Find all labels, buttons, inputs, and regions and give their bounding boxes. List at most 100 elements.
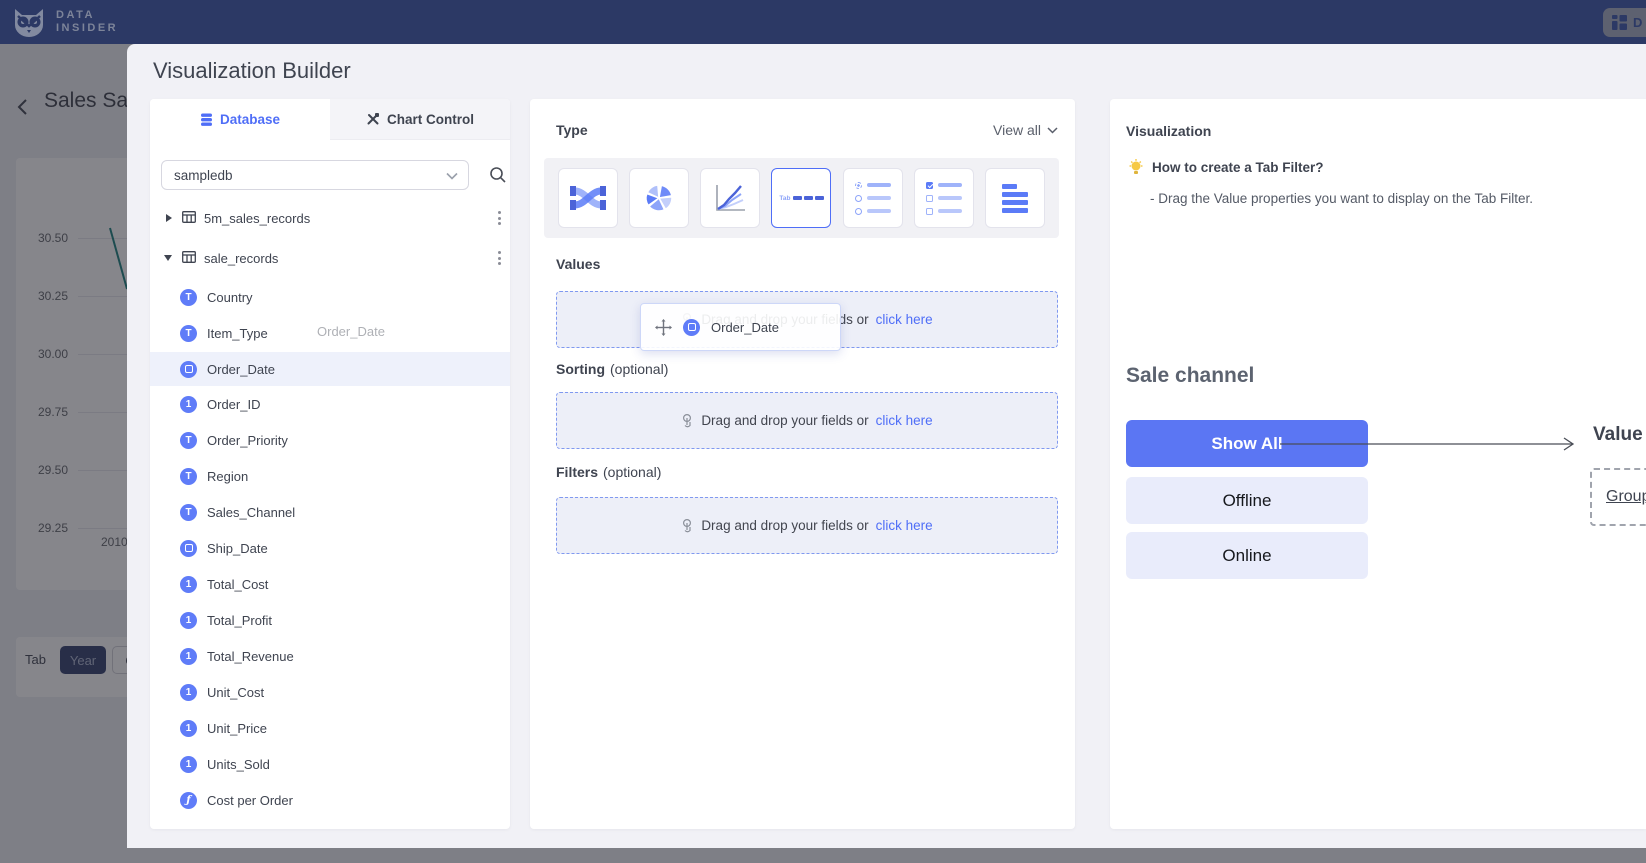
visualization-panel: Visualization How to create a Tab Filter… bbox=[1110, 99, 1646, 829]
type-tile-table[interactable] bbox=[985, 168, 1045, 228]
chevron-down-icon bbox=[446, 168, 458, 183]
radio-list-icon bbox=[855, 182, 891, 215]
field-name: Item_Type bbox=[207, 326, 268, 341]
number-type-icon: 1 bbox=[180, 576, 197, 593]
tab-chart-control-label: Chart Control bbox=[387, 112, 474, 127]
chip-field-name: Order_Date bbox=[711, 320, 779, 335]
table-node-collapsed[interactable]: 5m_sales_records bbox=[150, 204, 510, 232]
kebab-menu-icon[interactable] bbox=[494, 247, 505, 269]
field-name: Country bbox=[207, 290, 253, 305]
pie-chart-icon bbox=[643, 182, 675, 214]
field-row[interactable]: 1 Unit_Price bbox=[150, 711, 510, 745]
table-icon bbox=[182, 251, 196, 266]
database-select[interactable]: sampledb bbox=[161, 160, 469, 190]
panel-tabs: Database Chart Control bbox=[150, 99, 510, 140]
tab-chart-control[interactable]: Chart Control bbox=[330, 99, 510, 140]
type-tile-tab-filter[interactable]: Tab bbox=[771, 168, 831, 228]
field-row[interactable]: 1 Unit_Cost bbox=[150, 675, 510, 709]
online-button[interactable]: Online bbox=[1126, 532, 1368, 579]
field-name: Unit_Cost bbox=[207, 685, 264, 700]
field-row[interactable]: T Sales_Channel bbox=[150, 495, 510, 529]
caret-down-icon[interactable] bbox=[164, 255, 172, 261]
text-type-icon: T bbox=[180, 468, 197, 485]
field-name: Sales_Channel bbox=[207, 505, 295, 520]
lightbulb-icon bbox=[1128, 159, 1144, 176]
field-row[interactable]: 1 Order_ID bbox=[150, 387, 510, 421]
visualization-header: Visualization bbox=[1126, 123, 1211, 139]
field-name: Ship_Date bbox=[207, 541, 268, 556]
sorting-section-label: Sorting(optional) bbox=[556, 361, 668, 377]
date-type-icon bbox=[683, 319, 700, 336]
dashboard-button[interactable]: D bbox=[1603, 8, 1646, 37]
database-panel: Database Chart Control sampledb bbox=[150, 99, 510, 829]
view-all-label: View all bbox=[993, 122, 1041, 138]
sorting-dropzone[interactable]: Drag and drop your fields or click here bbox=[556, 392, 1058, 449]
field-name: Units_Sold bbox=[207, 757, 270, 772]
click-here-link[interactable]: click here bbox=[876, 413, 933, 428]
annotation-arrow bbox=[1280, 434, 1600, 454]
top-navigation-bar: DATA INSIDER D bbox=[0, 0, 1646, 44]
brand-logo: DATA INSIDER bbox=[10, 3, 118, 41]
field-row[interactable]: 1 Units_Sold bbox=[150, 747, 510, 781]
date-type-icon bbox=[180, 540, 197, 557]
table-node-expanded[interactable]: sale_records bbox=[150, 244, 510, 272]
field-row[interactable]: T Country bbox=[150, 280, 510, 314]
chevron-down-icon bbox=[1047, 127, 1058, 134]
owl-logo-icon bbox=[10, 3, 48, 41]
brand-line-2: INSIDER bbox=[56, 22, 118, 35]
field-row[interactable]: 1 Total_Profit bbox=[150, 603, 510, 637]
builder-panel: Type View all bbox=[530, 99, 1075, 829]
tab-database[interactable]: Database bbox=[150, 99, 330, 140]
click-here-link[interactable]: click here bbox=[876, 518, 933, 533]
table-name: sale_records bbox=[204, 251, 278, 266]
move-cursor-icon bbox=[655, 319, 672, 336]
checkbox-list-icon bbox=[926, 182, 962, 215]
type-tile-sankey[interactable] bbox=[558, 168, 618, 228]
field-row[interactable]: T Order_Priority bbox=[150, 423, 510, 457]
database-icon bbox=[200, 113, 213, 127]
brand-line-1: DATA bbox=[56, 9, 118, 22]
table-name: 5m_sales_records bbox=[204, 211, 310, 226]
value-annotation: Value bbox=[1593, 424, 1643, 446]
tip-row: How to create a Tab Filter? bbox=[1128, 159, 1324, 176]
number-type-icon: 1 bbox=[180, 612, 197, 629]
dashboard-button-label: D bbox=[1633, 15, 1642, 30]
group-annotation: Group bbox=[1606, 488, 1646, 506]
table-icon bbox=[182, 211, 196, 226]
type-tile-line[interactable] bbox=[700, 168, 760, 228]
type-tile-pie[interactable] bbox=[629, 168, 689, 228]
dashboard-grid-icon bbox=[1612, 15, 1627, 30]
tab-filter-icon bbox=[793, 196, 824, 201]
database-select-value: sampledb bbox=[174, 168, 233, 183]
caret-right-icon[interactable] bbox=[166, 214, 172, 222]
field-name: Order_Date bbox=[207, 362, 275, 377]
field-name: Cost per Order bbox=[207, 793, 293, 808]
text-type-icon: T bbox=[180, 289, 197, 306]
tab-filter-icon-text: Tab bbox=[779, 195, 790, 202]
field-name: Total_Profit bbox=[207, 613, 272, 628]
preview-title: Sale channel bbox=[1126, 364, 1254, 388]
drag-hand-icon bbox=[681, 518, 694, 534]
offline-button[interactable]: Offline bbox=[1126, 477, 1368, 524]
field-row[interactable]: T Region bbox=[150, 459, 510, 493]
field-row[interactable]: Ship_Date bbox=[150, 531, 510, 565]
click-here-link[interactable]: click here bbox=[876, 312, 933, 327]
view-all-button[interactable]: View all bbox=[993, 122, 1058, 138]
text-type-icon: T bbox=[180, 432, 197, 449]
tip-body: - Drag the Value properties you want to … bbox=[1150, 191, 1533, 206]
search-icon[interactable] bbox=[486, 163, 510, 187]
kebab-menu-icon[interactable] bbox=[494, 207, 505, 229]
visualization-builder-modal: Visualization Builder Database Chart Con… bbox=[127, 44, 1646, 848]
type-tile-checkbox-list[interactable] bbox=[914, 168, 974, 228]
field-row-selected[interactable]: Order_Date bbox=[150, 352, 510, 386]
tip-title: How to create a Tab Filter? bbox=[1152, 160, 1324, 175]
field-row[interactable]: 1 Total_Cost bbox=[150, 567, 510, 601]
field-name: Total_Cost bbox=[207, 577, 268, 592]
filters-dropzone[interactable]: Drag and drop your fields or click here bbox=[556, 497, 1058, 554]
field-row[interactable]: 1 Total_Revenue bbox=[150, 639, 510, 673]
tab-database-label: Database bbox=[220, 112, 280, 127]
field-row[interactable]: ƒ Cost per Order bbox=[150, 783, 510, 817]
type-tile-radio-list[interactable] bbox=[843, 168, 903, 228]
field-name: Order_ID bbox=[207, 397, 260, 412]
dragged-field-chip[interactable]: Order_Date bbox=[640, 303, 841, 351]
